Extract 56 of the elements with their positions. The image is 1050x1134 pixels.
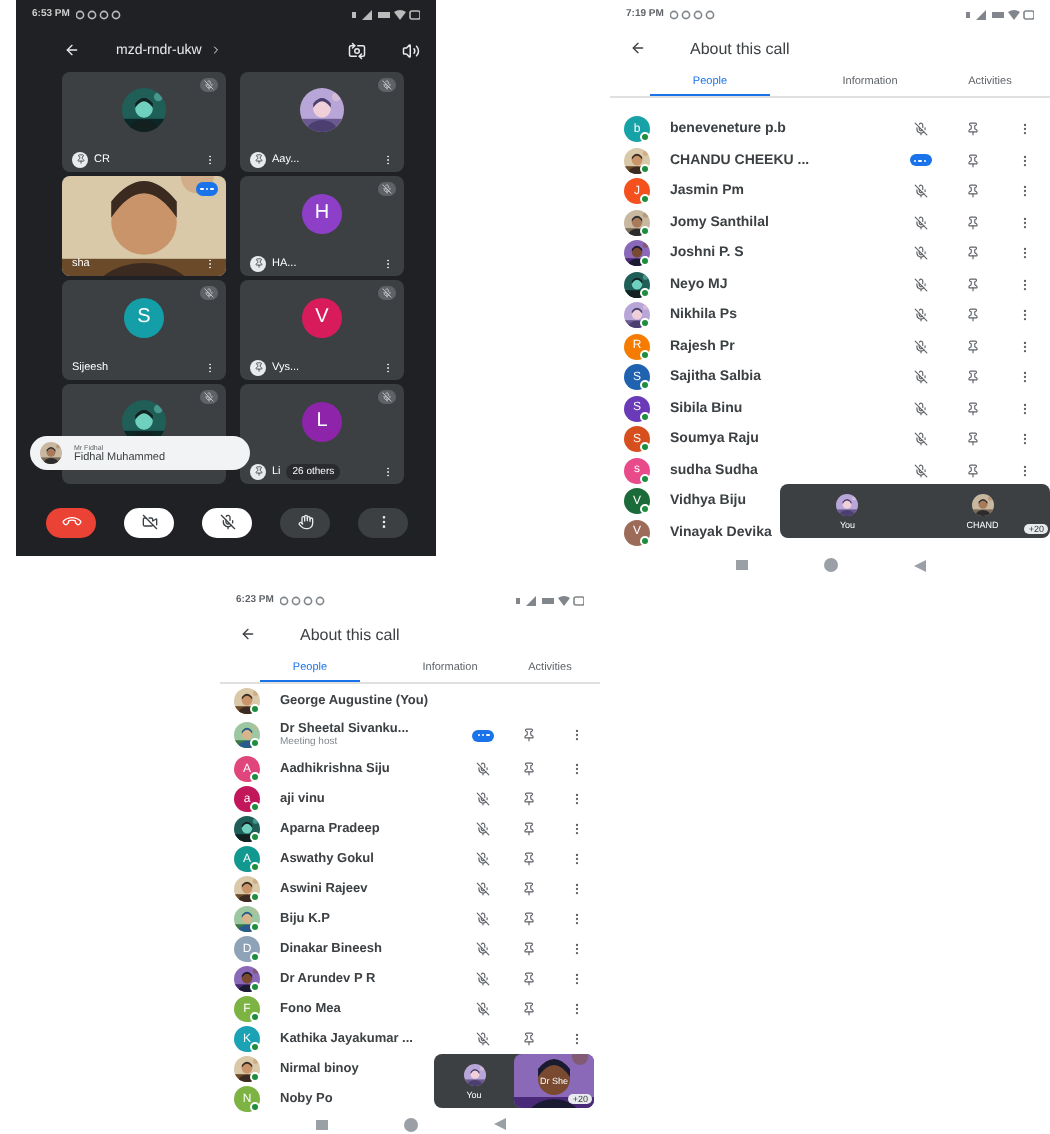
- pin-icon[interactable]: [522, 942, 537, 956]
- signal-battery-icon: [352, 9, 420, 19]
- speaker-icon[interactable]: [402, 41, 420, 59]
- back-icon[interactable]: [913, 559, 925, 571]
- camera-off-icon: [141, 514, 157, 530]
- signal-battery-icon: [966, 9, 1034, 19]
- raise-hand-button[interactable]: [280, 507, 330, 537]
- pin-icon[interactable]: [965, 432, 979, 447]
- back-arrow-icon[interactable]: [64, 42, 80, 58]
- pin-icon[interactable]: [965, 153, 979, 168]
- recent-apps-icon[interactable]: [735, 560, 747, 570]
- pin-icon[interactable]: [522, 852, 537, 866]
- home-icon[interactable]: [403, 1117, 417, 1131]
- pin-icon[interactable]: [250, 463, 266, 479]
- back-arrow-icon[interactable]: [630, 40, 646, 56]
- mic-off-icon: [219, 514, 235, 530]
- pin-icon[interactable]: [250, 359, 266, 375]
- avatar: L: [302, 401, 342, 441]
- pin-icon[interactable]: [522, 912, 537, 926]
- pin-icon[interactable]: [965, 370, 979, 385]
- pin-icon[interactable]: [522, 1002, 537, 1016]
- pin-icon[interactable]: [965, 277, 979, 292]
- pin-icon[interactable]: [965, 122, 979, 137]
- chevron-icon[interactable]: [209, 44, 222, 56]
- signal-battery-icon: [516, 595, 584, 605]
- screen-title: About this call: [300, 625, 400, 643]
- pin-icon[interactable]: [250, 151, 266, 167]
- home-icon[interactable]: [823, 558, 837, 572]
- avatar: S: [124, 297, 164, 337]
- mic-off-button[interactable]: [202, 507, 252, 537]
- pin-icon[interactable]: [965, 215, 979, 230]
- hand-icon: [297, 514, 313, 530]
- pin-icon[interactable]: [965, 246, 979, 261]
- pin-icon[interactable]: [522, 762, 537, 776]
- pin-icon[interactable]: [965, 339, 979, 354]
- pin-icon[interactable]: [965, 308, 979, 323]
- pin-icon[interactable]: [965, 184, 979, 199]
- pin-icon[interactable]: [522, 822, 537, 836]
- recent-apps-icon[interactable]: [315, 1119, 327, 1129]
- pin-icon[interactable]: [522, 1032, 537, 1046]
- pin-icon[interactable]: [522, 728, 537, 742]
- pin-icon[interactable]: [522, 972, 537, 986]
- avatar: V: [302, 297, 342, 337]
- end-call-button[interactable]: [46, 507, 96, 537]
- pin-icon[interactable]: [72, 151, 88, 167]
- pin-icon[interactable]: [250, 255, 266, 271]
- switch-camera-icon[interactable]: [348, 41, 366, 59]
- avatar: H: [302, 193, 342, 233]
- pin-icon[interactable]: [965, 401, 979, 416]
- pin-icon[interactable]: [522, 882, 537, 896]
- back-icon[interactable]: [493, 1118, 505, 1130]
- back-arrow-icon[interactable]: [240, 626, 256, 642]
- screen-title: About this call: [690, 39, 790, 57]
- pin-icon[interactable]: [965, 463, 979, 478]
- pin-icon[interactable]: [522, 792, 537, 806]
- camera-off-button[interactable]: [124, 507, 174, 537]
